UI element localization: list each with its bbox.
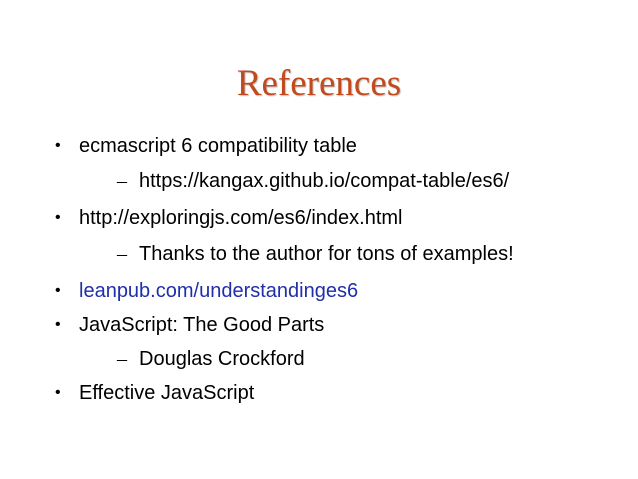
reference-item-5: Effective JavaScript (79, 382, 255, 404)
slide-title: References (236, 63, 402, 104)
bullet-icon: • (55, 209, 61, 226)
reference-subitem-2: Thanks to the author for tons of example… (139, 243, 514, 265)
dash-icon: – (117, 170, 127, 192)
bullet-icon: • (55, 316, 61, 333)
dash-icon: – (117, 348, 127, 370)
slide: References • ecmascript 6 compatibility … (0, 0, 638, 479)
reference-item-4: JavaScript: The Good Parts (79, 314, 325, 336)
reference-subitem-4: Douglas Crockford (139, 348, 305, 370)
bullet-icon: • (55, 137, 61, 154)
reference-subitem-1: https://kangax.github.io/compat-table/es… (139, 170, 510, 192)
reference-link-leanpub[interactable]: leanpub.com/understandinges6 (79, 279, 358, 303)
bullet-icon: • (55, 282, 61, 299)
reference-item-1: ecmascript 6 compatibility table (79, 135, 357, 157)
bullet-icon: • (55, 384, 61, 401)
dash-icon: – (117, 243, 127, 265)
reference-item-2: http://exploringjs.com/es6/index.html (79, 207, 403, 229)
